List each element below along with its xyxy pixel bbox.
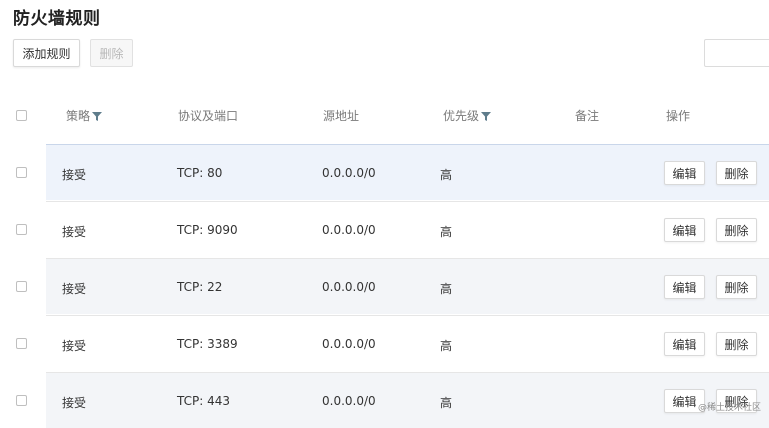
edit-button[interactable]: 编辑 xyxy=(664,218,705,242)
priority-cell: 高 xyxy=(440,282,453,296)
protocol-port-cell: TCP: 22 xyxy=(177,280,223,294)
policy-cell: 接受 xyxy=(62,225,87,239)
source-cell: 0.0.0.0/0 xyxy=(322,394,376,408)
protocol-port-cell: TCP: 3389 xyxy=(177,337,238,351)
delete-button[interactable]: 删除 xyxy=(716,275,757,299)
header-source: 源地址 xyxy=(323,107,359,124)
add-rule-button[interactable]: 添加规则 xyxy=(13,39,80,67)
table-row[interactable]: 接受 TCP: 22 0.0.0.0/0 高 编辑 删除 xyxy=(46,258,769,314)
header-actions-label: 操作 xyxy=(666,109,691,123)
filter-icon[interactable] xyxy=(92,111,103,121)
page-title: 防火墙规则 xyxy=(13,9,101,29)
edit-button[interactable]: 编辑 xyxy=(664,275,705,299)
policy-cell: 接受 xyxy=(62,339,87,353)
policy-cell: 接受 xyxy=(62,396,87,410)
row-checkbox[interactable] xyxy=(16,224,27,235)
delete-button[interactable]: 删除 xyxy=(716,161,757,185)
table-row[interactable]: 接受 TCP: 80 0.0.0.0/0 高 编辑 删除 xyxy=(46,144,769,200)
search-input[interactable] xyxy=(704,39,769,67)
source-cell: 0.0.0.0/0 xyxy=(322,280,376,294)
header-remark-label: 备注 xyxy=(575,109,600,123)
header-policy[interactable]: 策略 xyxy=(66,107,103,124)
source-cell: 0.0.0.0/0 xyxy=(322,166,376,180)
row-checkbox[interactable] xyxy=(16,395,27,406)
priority-cell: 高 xyxy=(440,168,453,182)
row-checkbox[interactable] xyxy=(16,338,27,349)
header-source-label: 源地址 xyxy=(323,109,360,123)
source-cell: 0.0.0.0/0 xyxy=(322,337,376,351)
row-checkbox[interactable] xyxy=(16,281,27,292)
row-checkbox[interactable] xyxy=(16,167,27,178)
header-priority-label: 优先级 xyxy=(443,109,480,123)
header-actions: 操作 xyxy=(666,107,690,124)
policy-cell: 接受 xyxy=(62,282,87,296)
protocol-port-cell: TCP: 443 xyxy=(177,394,231,408)
header-policy-label: 策略 xyxy=(66,109,91,123)
header-protocol-port: 协议及端口 xyxy=(178,107,238,124)
edit-button[interactable]: 编辑 xyxy=(664,161,705,185)
priority-cell: 高 xyxy=(440,339,453,353)
header-protocol-port-label: 协议及端口 xyxy=(178,109,239,123)
protocol-port-cell: TCP: 80 xyxy=(177,166,223,180)
delete-button[interactable]: 删除 xyxy=(716,218,757,242)
filter-icon[interactable] xyxy=(481,111,492,121)
watermark: @稀土技术社区 xyxy=(697,403,761,413)
edit-button[interactable]: 编辑 xyxy=(664,332,705,356)
delete-rules-button[interactable]: 删除 xyxy=(90,39,133,67)
header-remark: 备注 xyxy=(575,107,599,124)
priority-cell: 高 xyxy=(440,396,453,410)
priority-cell: 高 xyxy=(440,225,453,239)
select-all-checkbox[interactable] xyxy=(16,110,27,121)
table-row[interactable]: 接受 TCP: 443 0.0.0.0/0 高 编辑 删除 xyxy=(46,372,769,428)
protocol-port-cell: TCP: 9090 xyxy=(177,223,238,237)
header-priority[interactable]: 优先级 xyxy=(443,107,492,124)
delete-button[interactable]: 删除 xyxy=(716,332,757,356)
policy-cell: 接受 xyxy=(62,168,87,182)
table-row[interactable]: 接受 TCP: 9090 0.0.0.0/0 高 编辑 删除 xyxy=(46,201,769,257)
table-row[interactable]: 接受 TCP: 3389 0.0.0.0/0 高 编辑 删除 xyxy=(46,315,769,371)
source-cell: 0.0.0.0/0 xyxy=(322,223,376,237)
